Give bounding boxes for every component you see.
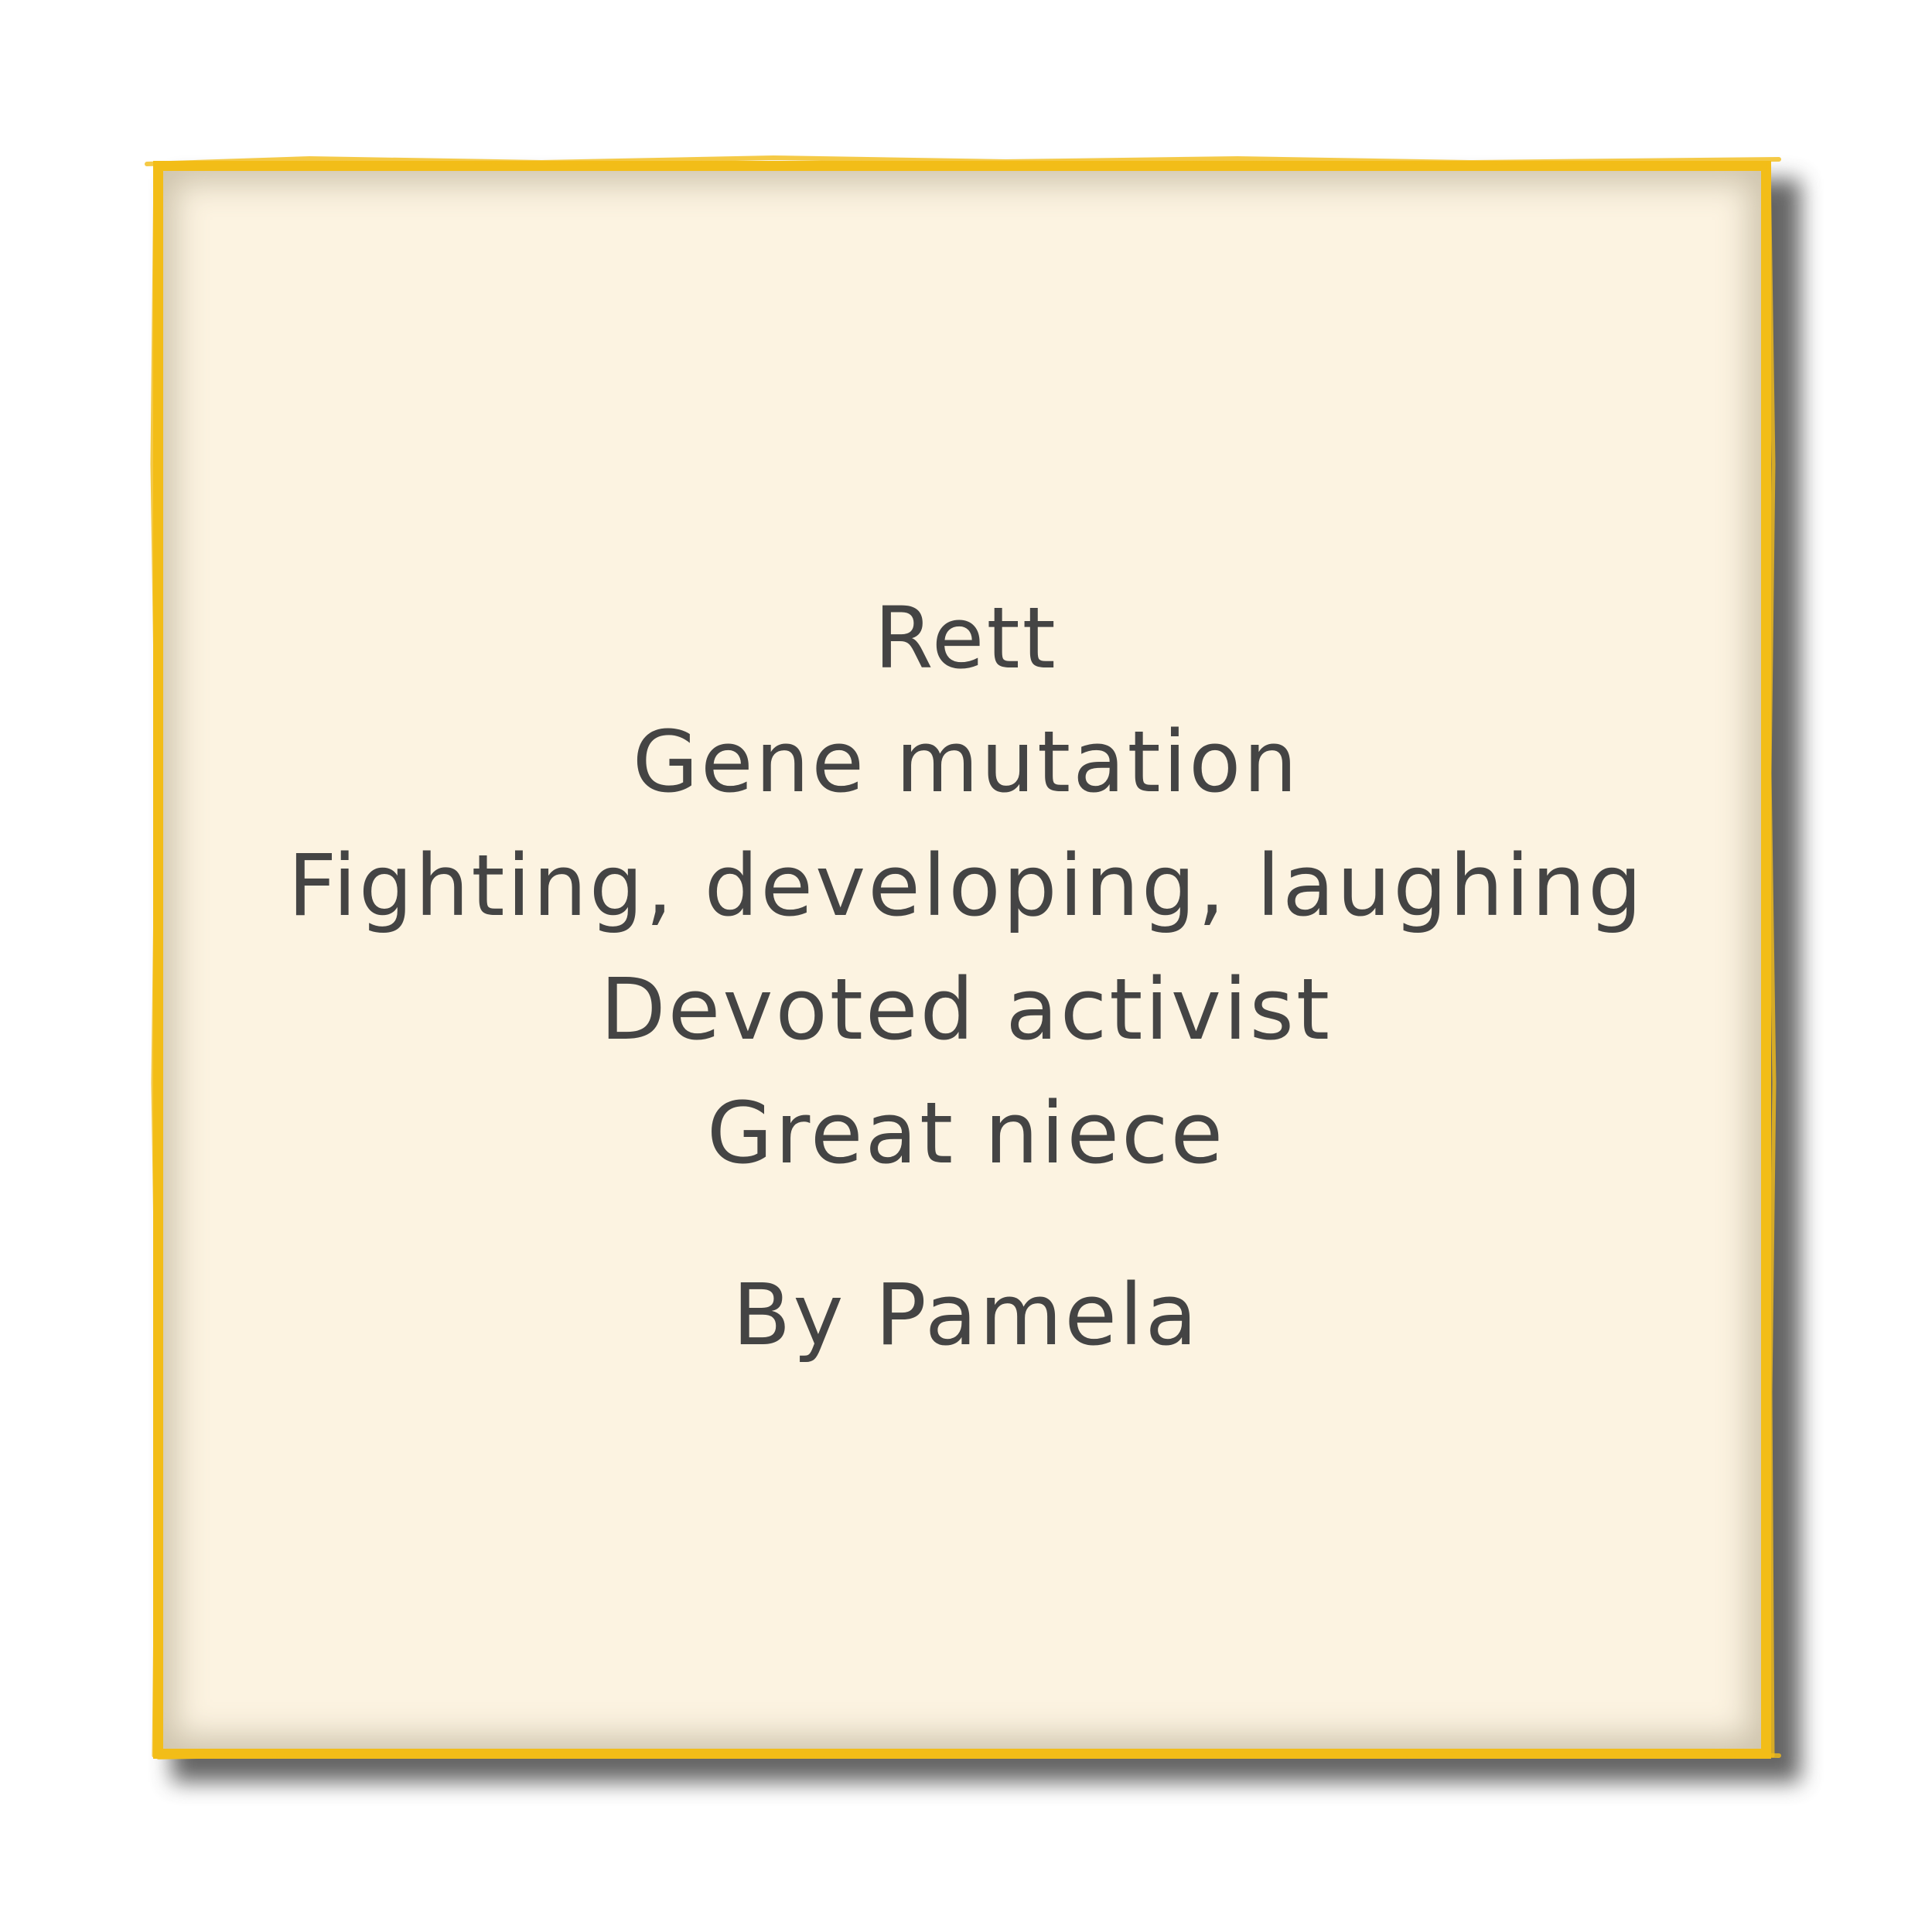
poem-line-1: Rett xyxy=(874,589,1058,688)
poem-line-5: Great niece xyxy=(706,1084,1226,1183)
poem-line-3: Fighting, developing, laughing xyxy=(288,836,1644,935)
author-byline: By Pamela xyxy=(732,1265,1200,1364)
poem-body: Rett Gene mutation Fighting, developing,… xyxy=(0,576,1932,1195)
poem-line-4: Devoted activist xyxy=(599,960,1333,1059)
poem-line-2: Gene mutation xyxy=(632,712,1300,811)
